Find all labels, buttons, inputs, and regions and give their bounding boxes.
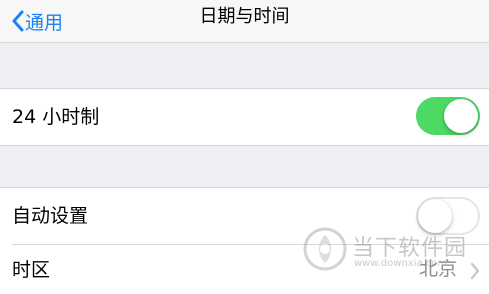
toggle-24-hour-time[interactable]: [416, 97, 480, 135]
toggle-knob: [444, 99, 478, 133]
page-title: 日期与时间: [199, 6, 290, 27]
setting-row-time-zone[interactable]: 时区 北京: [0, 245, 489, 294]
toggle-knob: [418, 199, 452, 233]
navigation-bar: 通用 日期与时间: [0, 0, 489, 43]
toggle-set-automatically[interactable]: [416, 197, 480, 235]
time-zone-value: 北京: [418, 258, 457, 280]
setting-label-24-hour-time: 24 小时制: [12, 106, 100, 128]
chevron-right-icon: [469, 262, 481, 280]
setting-label-time-zone: 时区: [12, 259, 51, 281]
settings-screen: 通用 日期与时间 24 小时制 自动设置 时区 北京 当下软件园 www.dow…: [0, 0, 489, 294]
setting-label-set-automatically: 自动设置: [12, 205, 89, 227]
